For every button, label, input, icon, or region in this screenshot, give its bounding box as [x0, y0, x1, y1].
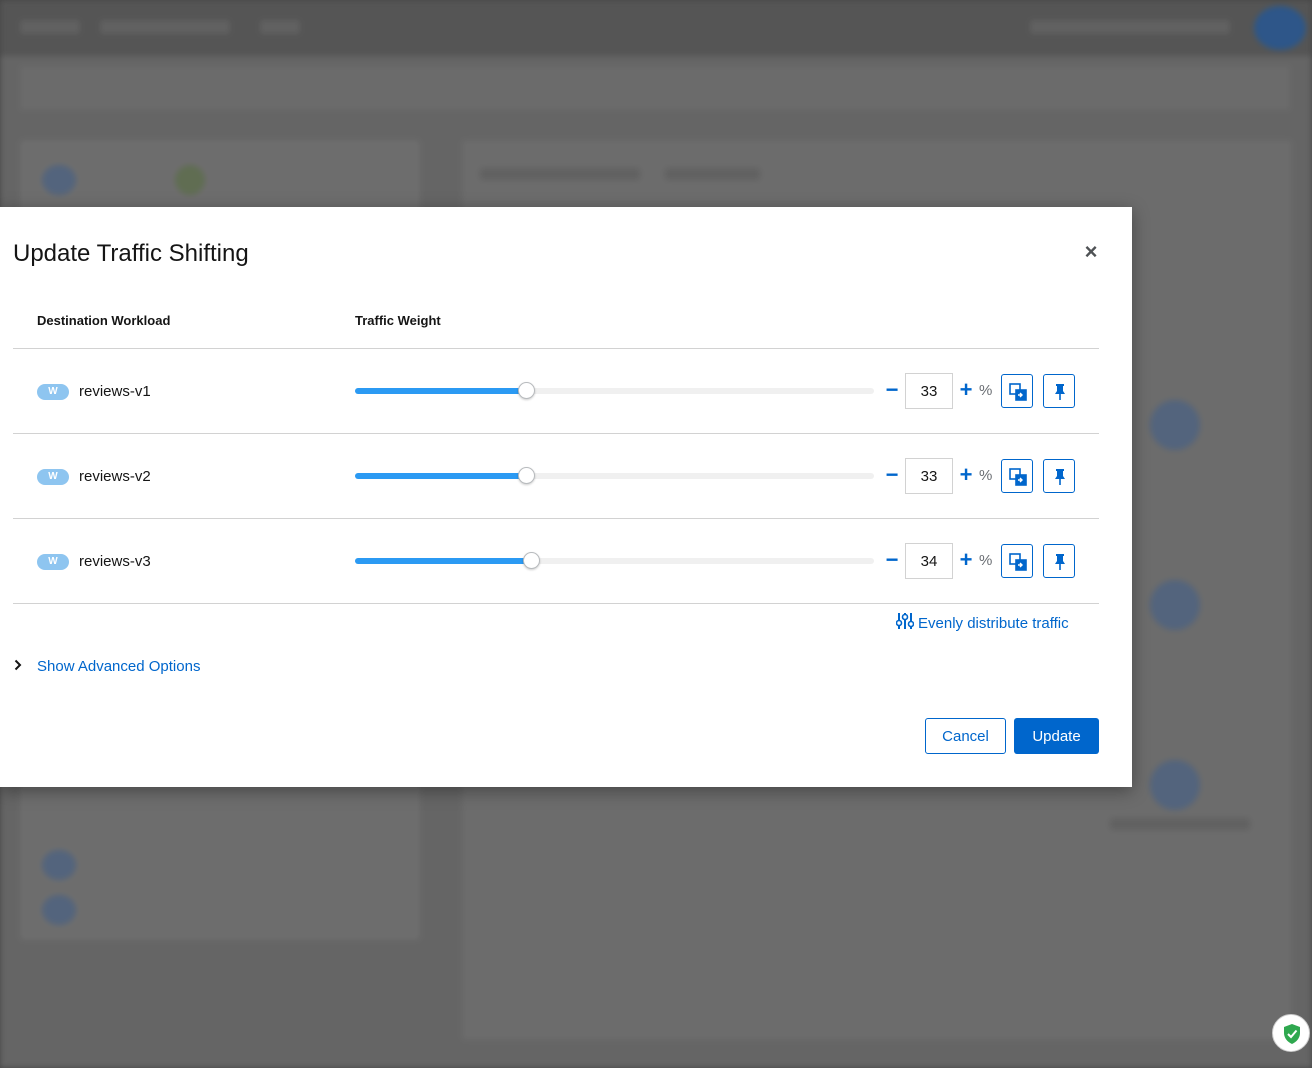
slider-fill: [355, 388, 526, 394]
copy-mirror-icon: [1009, 383, 1027, 401]
chevron-right-icon: [14, 659, 37, 674]
decrement-button[interactable]: −: [883, 379, 901, 401]
cancel-button[interactable]: Cancel: [925, 718, 1006, 754]
weight-input[interactable]: [905, 373, 953, 409]
decrement-button[interactable]: −: [883, 549, 901, 571]
show-advanced-options-label: Show Advanced Options: [37, 658, 201, 675]
percent-unit: %: [979, 382, 993, 399]
workload-name: reviews-v2: [79, 468, 151, 485]
percent-unit: %: [979, 552, 993, 569]
increment-button[interactable]: +: [957, 464, 975, 486]
slider-thumb[interactable]: [518, 467, 535, 484]
traffic-weight-slider[interactable]: [355, 382, 874, 399]
weight-input[interactable]: [905, 543, 953, 579]
divider: [13, 518, 1099, 519]
evenly-distribute-label: Evenly distribute traffic: [918, 614, 1069, 632]
workload-badge: W: [37, 384, 69, 400]
slider-fill: [355, 473, 526, 479]
mirror-button[interactable]: [1001, 374, 1033, 408]
workload-badge: W: [37, 554, 69, 570]
slider-thumb[interactable]: [518, 382, 535, 399]
column-header-workload: Destination Workload: [37, 313, 171, 328]
workload-badge: W: [37, 469, 69, 485]
shield-check-icon[interactable]: [1272, 1014, 1310, 1052]
divider: [13, 348, 1099, 349]
traffic-weight-slider[interactable]: [355, 467, 874, 484]
copy-mirror-icon: [1009, 468, 1027, 486]
divider: [13, 603, 1099, 604]
sliders-icon: [895, 612, 915, 634]
weight-input[interactable]: [905, 458, 953, 494]
thumbtack-icon: [1055, 469, 1065, 485]
pin-button[interactable]: [1043, 374, 1075, 408]
increment-button[interactable]: +: [957, 379, 975, 401]
workload-name: reviews-v1: [79, 383, 151, 400]
modal-title: Update Traffic Shifting: [13, 240, 249, 267]
increment-button[interactable]: +: [957, 549, 975, 571]
close-icon[interactable]: ×: [1081, 240, 1101, 264]
decrement-button[interactable]: −: [883, 464, 901, 486]
percent-unit: %: [979, 467, 993, 484]
pin-button[interactable]: [1043, 459, 1075, 493]
evenly-distribute-link[interactable]: Evenly distribute traffic: [895, 612, 1069, 634]
column-header-weight: Traffic Weight: [355, 313, 441, 328]
update-button[interactable]: Update: [1014, 718, 1099, 754]
slider-thumb[interactable]: [523, 552, 540, 569]
mirror-button[interactable]: [1001, 544, 1033, 578]
pin-button[interactable]: [1043, 544, 1075, 578]
slider-fill: [355, 558, 531, 564]
show-advanced-options-toggle[interactable]: Show Advanced Options: [14, 658, 200, 675]
copy-mirror-icon: [1009, 553, 1027, 571]
mirror-button[interactable]: [1001, 459, 1033, 493]
traffic-weight-slider[interactable]: [355, 552, 874, 569]
traffic-shifting-modal: [0, 207, 1132, 787]
workload-name: reviews-v3: [79, 553, 151, 570]
thumbtack-icon: [1055, 384, 1065, 400]
thumbtack-icon: [1055, 554, 1065, 570]
divider: [13, 433, 1099, 434]
